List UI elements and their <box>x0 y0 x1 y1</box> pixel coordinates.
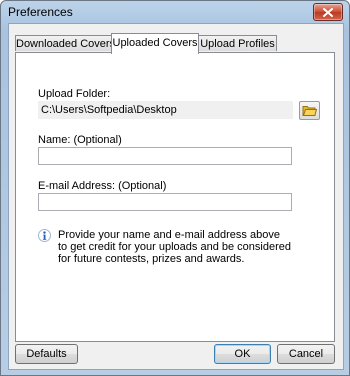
info-line: for future contests, prizes and awards. <box>58 253 245 265</box>
name-input[interactable] <box>38 147 292 165</box>
info-message: Provide your name and e-mail address abo… <box>58 229 298 265</box>
tab-label: Downloaded Covers <box>16 38 116 50</box>
upload-folder-field: C:\Users\Softpedia\Desktop <box>38 101 293 119</box>
preferences-window: Preferences Downloaded Covers Uploaded C… <box>0 0 350 376</box>
tab-label: Uploaded Covers <box>112 37 198 49</box>
window-title: Preferences <box>8 5 73 19</box>
email-input[interactable] <box>38 193 292 211</box>
title-bar[interactable]: Preferences <box>1 1 349 23</box>
dialog-body: Downloaded Covers Uploaded Covers Upload… <box>8 23 344 370</box>
close-button[interactable] <box>313 3 343 21</box>
name-label: Name: (Optional) <box>38 134 122 146</box>
folder-icon <box>302 106 317 116</box>
info-line: to get credit for your uploads and be co… <box>58 241 291 253</box>
tab-label: Upload Profiles <box>200 38 275 50</box>
info-line: Provide your name and e-mail address abo… <box>58 229 280 241</box>
email-label: E-mail Address: (Optional) <box>38 180 167 192</box>
tab-downloaded-covers[interactable]: Downloaded Covers <box>15 35 116 51</box>
browse-folder-button[interactable] <box>299 101 320 120</box>
info-icon <box>38 229 51 242</box>
ok-button[interactable]: OK <box>214 344 271 364</box>
tab-uploaded-covers[interactable]: Uploaded Covers <box>111 33 199 54</box>
upload-folder-label: Upload Folder: <box>38 88 111 100</box>
close-icon <box>323 7 333 17</box>
tab-upload-profiles[interactable]: Upload Profiles <box>198 35 277 51</box>
uploaded-covers-panel: Upload Folder: C:\Users\Softpedia\Deskto… <box>15 52 335 342</box>
defaults-button[interactable]: Defaults <box>15 344 78 364</box>
cancel-button[interactable]: Cancel <box>277 344 335 364</box>
